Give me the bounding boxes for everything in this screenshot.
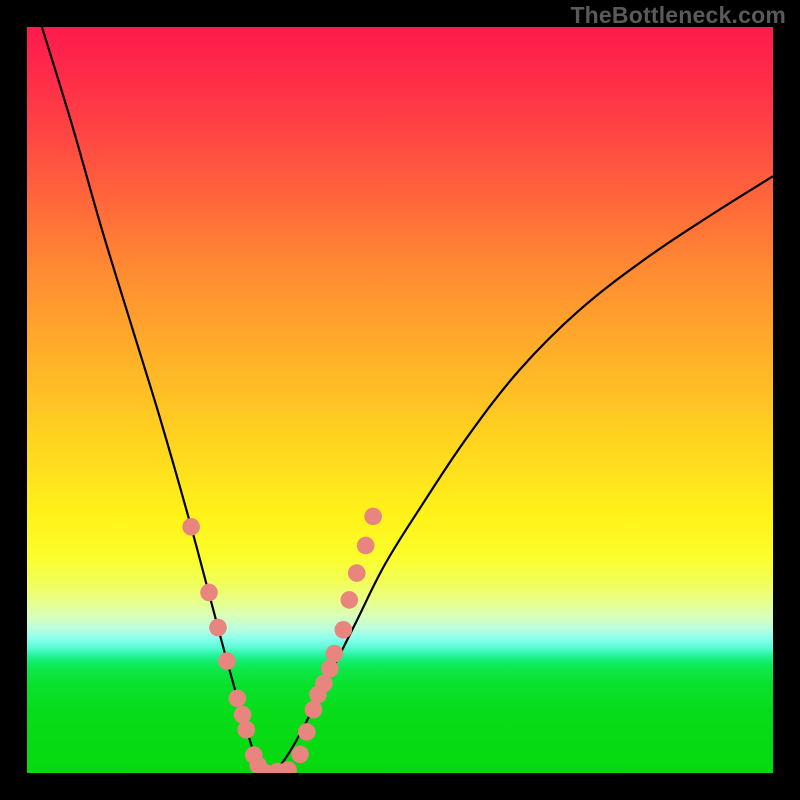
bottleneck-curve [42,27,773,773]
marker-dot [218,652,236,670]
marker-dot [238,721,256,739]
marker-dot [291,746,309,764]
marker-dot [182,518,200,536]
curve-sample-markers [182,508,382,773]
marker-dot [335,621,353,639]
watermark-text: TheBottleneck.com [570,2,786,29]
marker-dot [305,701,323,719]
marker-dot [229,690,247,708]
marker-dot [209,619,227,637]
marker-dot [357,537,375,555]
marker-dot [298,723,316,741]
marker-dot [364,508,382,526]
chart-frame [27,27,773,773]
marker-dot [348,564,366,582]
chart-svg [27,27,773,773]
marker-dot [321,660,339,678]
marker-dot [234,706,252,724]
marker-dot [326,645,344,663]
marker-dot [340,591,358,609]
marker-dot [200,584,218,602]
